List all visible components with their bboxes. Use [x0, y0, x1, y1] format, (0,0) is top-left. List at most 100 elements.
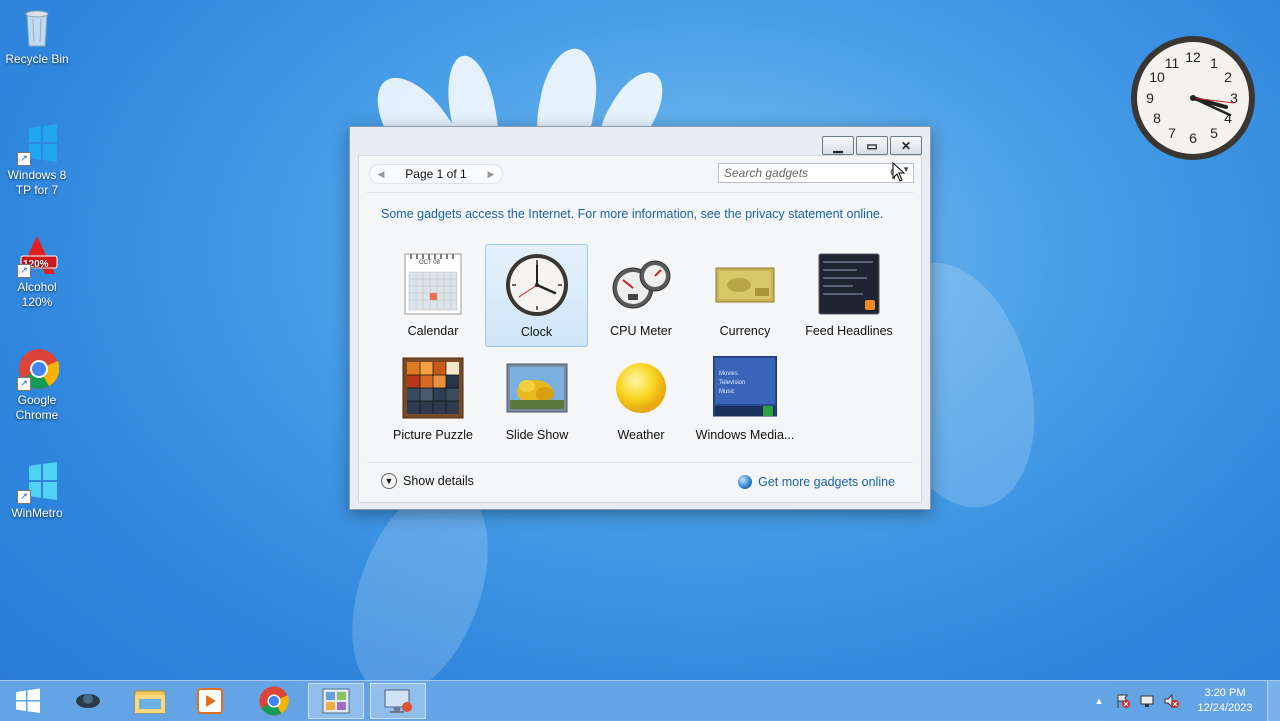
taskbar-chrome[interactable] — [246, 683, 302, 719]
desktop-icon-recycle-bin[interactable]: Recycle Bin — [2, 6, 72, 67]
action-center-icon[interactable] — [1114, 692, 1132, 710]
taskbar: ▲ 3:20 PM 12/24/2023 — [0, 680, 1280, 721]
clock-number: 9 — [1146, 90, 1154, 106]
desktop-icon-winmetro[interactable]: ↗ WinMetro — [2, 460, 72, 521]
gadget-label: Slide Show — [505, 428, 569, 442]
desktop-clock-gadget[interactable]: 12 1 2 3 4 5 6 7 8 9 10 11 — [1130, 35, 1256, 161]
gadget-gallery-window: ▁ ▭ ✕ ◀ Page 1 of 1 ▶ Search gadgets ⚲ ▼… — [349, 126, 931, 510]
desktop-icon-label: Google Chrome — [15, 393, 59, 422]
gadget-picture-puzzle[interactable]: Picture Puzzle — [381, 348, 485, 452]
clock-number: 10 — [1149, 69, 1165, 85]
clock-number: 3 — [1230, 90, 1238, 106]
gadget-weather[interactable]: Weather — [589, 348, 693, 452]
display-icon — [384, 689, 412, 713]
menu-item-television: Television — [719, 380, 746, 386]
search-placeholder: Search gadgets — [724, 166, 809, 180]
clock-number: 5 — [1210, 125, 1218, 141]
divider — [367, 462, 913, 463]
volume-muted-icon[interactable] — [1162, 692, 1180, 710]
taskbar-file-explorer[interactable] — [122, 683, 178, 719]
taskbar-network-app[interactable] — [60, 683, 116, 719]
close-button[interactable]: ✕ — [890, 136, 922, 155]
page-navigator: ◀ Page 1 of 1 ▶ — [369, 164, 503, 184]
minimize-button[interactable]: ▁ — [822, 136, 854, 155]
weather-icon — [609, 356, 673, 420]
gadgets-icon — [322, 688, 350, 714]
desktop-icon-label: Alcohol 120% — [17, 280, 57, 309]
clock-number: 2 — [1224, 69, 1232, 85]
maximize-button[interactable]: ▭ — [856, 136, 888, 155]
mouse-cursor-icon — [892, 161, 906, 182]
picture-puzzle-icon — [401, 356, 465, 420]
media-player-icon — [197, 688, 223, 714]
show-details-toggle[interactable]: ▼ Show details — [381, 473, 474, 489]
desktop-icon-google-chrome[interactable]: ↗ Google Chrome — [2, 347, 72, 423]
gadget-cpu-meter[interactable]: CPU Meter — [589, 244, 693, 348]
clock-time: 3:20 PM — [1204, 687, 1246, 699]
network-app-icon — [76, 694, 100, 708]
divider — [367, 192, 913, 193]
desktop-icon-label: Windows 8 TP for 7 — [7, 168, 67, 197]
slide-show-icon — [505, 356, 569, 420]
windows-logo-icon: ↗ — [15, 122, 59, 166]
close-icon: ✕ — [900, 138, 912, 153]
start-button[interactable] — [0, 683, 56, 719]
clock-number: 8 — [1153, 110, 1161, 126]
show-hidden-icon[interactable]: ▲ — [1090, 692, 1108, 710]
currency-icon — [713, 252, 777, 316]
gadget-currency[interactable]: Currency — [693, 244, 797, 348]
gadget-label: Picture Puzzle — [393, 428, 473, 442]
recycle-bin-icon — [15, 6, 59, 50]
taskbar-display[interactable] — [370, 683, 426, 719]
system-tray: ▲ 3:20 PM 12/24/2023 — [1087, 681, 1280, 721]
gadget-label: Feed Headlines — [805, 324, 893, 338]
clock-number: 12 — [1185, 49, 1201, 65]
gadget-label: Calendar — [407, 324, 459, 338]
alcohol-120-icon: 120% ↗ — [15, 234, 59, 278]
menu-item-music: Music — [719, 389, 735, 395]
gallery-content: ◀ Page 1 of 1 ▶ Search gadgets ⚲ ▼ Some … — [358, 155, 922, 503]
windows-logo-icon: ↗ — [15, 460, 59, 504]
chrome-icon: ↗ — [15, 347, 60, 391]
shortcut-arrow-icon: ↗ — [17, 490, 31, 504]
maximize-icon: ▭ — [866, 138, 878, 153]
clock-number: 7 — [1168, 125, 1176, 141]
cpu-meter-icon — [609, 252, 673, 316]
chrome-icon — [259, 686, 289, 716]
gadget-windows-media-center[interactable]: Movies Television Music Windows Media... — [693, 348, 797, 452]
gadget-label: CPU Meter — [610, 324, 672, 338]
gadget-slide-show[interactable]: Slide Show — [485, 348, 589, 452]
calendar-icon: OCT 08 — [401, 252, 465, 316]
shortcut-arrow-icon: ↗ — [17, 152, 31, 166]
search-gadgets-field[interactable]: Search gadgets ⚲ ▼ — [718, 163, 914, 183]
windows-media-center-icon: Movies Television Music — [712, 355, 778, 420]
page-label: Page 1 of 1 — [405, 167, 467, 181]
gadget-label: Currency — [719, 324, 771, 338]
desktop-icon-alcohol-120[interactable]: 120% ↗ Alcohol 120% — [2, 234, 72, 310]
desktop-icon-label: WinMetro — [11, 506, 63, 520]
show-details-label: Show details — [403, 474, 474, 488]
taskbar-clock[interactable]: 3:20 PM 12/24/2023 — [1189, 686, 1261, 716]
next-page-button[interactable]: ▶ — [484, 169, 498, 180]
gadget-label: Windows Media... — [695, 428, 795, 442]
gadget-clock[interactable]: Clock — [485, 244, 588, 347]
desktop-icon-windows-8-tp[interactable]: ↗ Windows 8 TP for 7 — [2, 122, 72, 198]
gadget-feed-headlines[interactable]: Feed Headlines — [797, 244, 901, 348]
get-more-gadgets-link[interactable]: Get more gadgets online — [738, 475, 895, 489]
media-center-menu: Movies Television Music — [719, 370, 745, 397]
feed-headlines-icon — [817, 252, 881, 316]
menu-item-movies: Movies — [719, 371, 739, 377]
calendar-month: OCT 08 — [419, 260, 440, 266]
show-desktop-button[interactable] — [1267, 681, 1280, 721]
gadget-label: Clock — [520, 325, 553, 339]
network-icon[interactable] — [1138, 692, 1156, 710]
get-more-label: Get more gadgets online — [758, 475, 895, 489]
shortcut-arrow-icon: ↗ — [17, 377, 31, 391]
gadget-calendar[interactable]: OCT 08 Calendar — [381, 244, 485, 348]
taskbar-gadgets[interactable] — [308, 683, 364, 719]
taskbar-media-player[interactable] — [182, 683, 238, 719]
chevron-down-icon: ▼ — [381, 473, 397, 489]
previous-page-button[interactable]: ◀ — [374, 169, 388, 180]
globe-icon — [738, 475, 753, 489]
privacy-notice-link[interactable]: Some gadgets access the Internet. For mo… — [381, 206, 891, 223]
